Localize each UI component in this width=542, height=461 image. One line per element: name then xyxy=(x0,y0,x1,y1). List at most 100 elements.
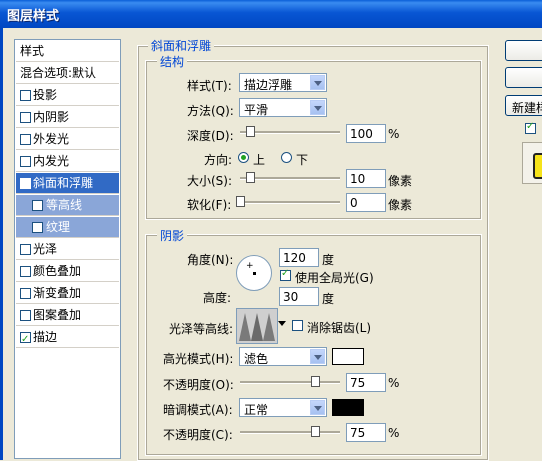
chevron-down-icon[interactable] xyxy=(310,400,325,415)
direction-down-label: 下 xyxy=(296,153,309,167)
size-input[interactable]: 10 xyxy=(346,169,386,188)
styles-list-item[interactable]: 斜面和浮雕 xyxy=(16,173,119,196)
contour-curve-icon xyxy=(239,313,275,341)
direction-down-radio[interactable] xyxy=(281,152,292,163)
depth-slider-track[interactable] xyxy=(240,131,340,134)
highlight-mode-select[interactable]: 滤色 xyxy=(239,347,327,366)
chevron-down-icon[interactable] xyxy=(310,349,325,364)
styles-list-item[interactable]: 图案叠加 xyxy=(16,305,119,326)
styles-list-item[interactable]: 外发光 xyxy=(16,129,119,150)
altitude-input[interactable]: 30 xyxy=(279,287,319,306)
styles-list-item[interactable]: 渐变叠加 xyxy=(16,283,119,304)
style-select-value: 描边浮雕 xyxy=(244,78,293,92)
styles-list-item-label: 外发光 xyxy=(33,132,70,146)
soften-unit: 像素 xyxy=(388,198,413,212)
depth-slider-thumb[interactable] xyxy=(246,126,255,137)
direction-up-radio[interactable] xyxy=(238,152,249,163)
shadow-opacity-thumb[interactable] xyxy=(311,426,320,437)
new-style-button[interactable]: 新建样 xyxy=(505,95,542,116)
angle-input[interactable]: 120 xyxy=(279,248,319,267)
styles-list-item-label: 混合选项:默认 xyxy=(20,66,97,80)
style-label: 样式(T): xyxy=(187,79,232,93)
anti-aliased-checkbox[interactable] xyxy=(292,320,303,331)
styles-list-item[interactable]: 样式 xyxy=(16,41,119,62)
dial-center-dot xyxy=(253,272,256,275)
styles-list-item-label: 描边 xyxy=(33,330,58,344)
style-checkbox[interactable] xyxy=(32,222,43,233)
anti-aliased-label: 消除锯齿(L) xyxy=(307,321,372,335)
structure-title: 结构 xyxy=(157,53,188,70)
style-checkbox[interactable] xyxy=(20,266,31,277)
style-checkbox[interactable] xyxy=(32,200,43,211)
ok-button[interactable] xyxy=(505,40,542,61)
highlight-opacity-label: 不透明度(O): xyxy=(163,378,234,392)
shadow-opacity-input[interactable]: 75 xyxy=(346,423,386,442)
highlight-opacity-unit: % xyxy=(388,376,400,390)
styles-list-item[interactable]: 光泽 xyxy=(16,239,119,260)
highlight-opacity-input[interactable]: 75 xyxy=(346,373,386,392)
global-light-label: 使用全局光(G) xyxy=(295,271,374,285)
highlight-opacity-track[interactable] xyxy=(240,381,340,384)
shadow-mode-label: 暗调模式(A): xyxy=(163,403,233,417)
styles-list-item[interactable]: 内发光 xyxy=(16,151,119,172)
altitude-label: 高度: xyxy=(203,291,232,305)
styles-list: 样式混合选项:默认投影内阴影外发光内发光斜面和浮雕等高线纹理光泽颜色叠加渐变叠加… xyxy=(14,39,121,459)
depth-unit: % xyxy=(388,127,400,141)
chevron-down-icon[interactable] xyxy=(310,100,325,115)
style-checkbox[interactable] xyxy=(20,90,31,101)
gloss-contour-label: 光泽等高线: xyxy=(169,322,234,336)
altitude-unit: 度 xyxy=(322,292,335,306)
styles-list-item-label: 光泽 xyxy=(33,242,58,256)
title-bar[interactable]: 图层样式 xyxy=(0,0,542,28)
styles-list-item[interactable]: 投影 xyxy=(16,85,119,106)
direction-up-label: 上 xyxy=(253,153,266,167)
technique-select[interactable]: 平滑 xyxy=(239,98,327,117)
highlight-color-swatch[interactable] xyxy=(332,348,364,365)
styles-list-item[interactable]: 混合选项:默认 xyxy=(16,63,119,84)
styles-list-item-label: 纹理 xyxy=(46,220,71,234)
styles-list-item[interactable]: 颜色叠加 xyxy=(16,261,119,282)
style-checkbox[interactable] xyxy=(20,244,31,255)
preview-checkbox[interactable] xyxy=(525,121,536,134)
size-slider-track[interactable] xyxy=(240,177,340,180)
style-checkbox[interactable] xyxy=(20,288,31,299)
styles-list-item-label: 斜面和浮雕 xyxy=(33,176,94,190)
shadow-opacity-track[interactable] xyxy=(240,431,340,434)
shading-title: 阴影 xyxy=(157,227,188,244)
size-slider-thumb[interactable] xyxy=(246,172,255,183)
style-select[interactable]: 描边浮雕 xyxy=(239,73,327,92)
depth-input[interactable]: 100 xyxy=(346,124,386,143)
shadow-opacity-unit: % xyxy=(388,426,400,440)
soften-slider-thumb[interactable] xyxy=(236,196,245,207)
chevron-down-icon[interactable] xyxy=(310,75,325,90)
shadow-mode-select[interactable]: 正常 xyxy=(239,398,327,417)
style-checkbox[interactable] xyxy=(20,175,31,196)
angle-dial[interactable]: + xyxy=(236,255,272,291)
styles-list-item[interactable]: 描边 xyxy=(16,327,119,350)
shadow-color-swatch[interactable] xyxy=(332,399,364,416)
styles-list-item-label: 样式 xyxy=(20,44,45,58)
highlight-mode-value: 滤色 xyxy=(244,352,269,366)
styles-list-item-label: 内阴影 xyxy=(33,110,70,124)
styles-list-item-label: 内发光 xyxy=(33,154,70,168)
highlight-opacity-thumb[interactable] xyxy=(311,376,320,387)
style-checkbox[interactable] xyxy=(20,329,31,350)
size-unit: 像素 xyxy=(388,174,413,188)
style-checkbox[interactable] xyxy=(20,134,31,145)
contour-dropdown-icon[interactable] xyxy=(278,321,286,326)
styles-list-item-label: 颜色叠加 xyxy=(33,264,82,278)
soften-input[interactable]: 0 xyxy=(346,193,386,212)
style-checkbox[interactable] xyxy=(20,112,31,123)
styles-list-item[interactable]: 纹理 xyxy=(16,217,119,238)
style-checkbox[interactable] xyxy=(20,156,31,167)
styles-list-item[interactable]: 等高线 xyxy=(16,195,119,216)
style-preview-thumbnail xyxy=(522,142,542,184)
style-checkbox[interactable] xyxy=(20,310,31,321)
cancel-button[interactable] xyxy=(505,67,542,88)
global-light-checkbox[interactable] xyxy=(280,268,291,281)
size-label: 大小(S): xyxy=(187,174,233,188)
gloss-contour-preview[interactable] xyxy=(236,308,278,344)
styles-list-item[interactable]: 内阴影 xyxy=(16,107,119,128)
soften-slider-track[interactable] xyxy=(240,201,340,204)
styles-list-item-label: 渐变叠加 xyxy=(33,286,82,300)
